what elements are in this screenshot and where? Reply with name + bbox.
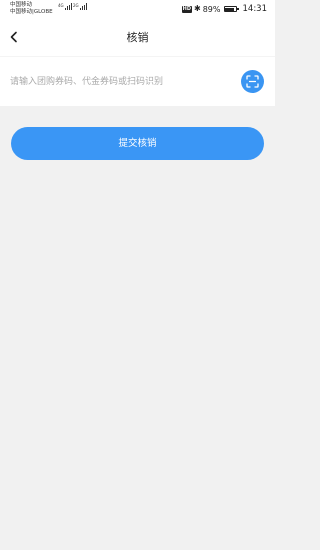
coupon-code-input[interactable] — [10, 73, 232, 91]
battery-icon — [223, 6, 239, 12]
bluetooth-icon: ✱ — [194, 4, 201, 13]
carrier-primary: 中国移动 — [10, 2, 33, 8]
scan-button[interactable] — [241, 70, 264, 93]
battery-percent: 89% — [202, 4, 221, 14]
status-indicators: HD ✱ 89% 14:31 — [181, 4, 268, 14]
status-bar: 中国移动 中国移动|GLOBE 4G 2G HD ✱ 89% 14:31 — [0, 0, 275, 18]
clock: 14:31 — [242, 4, 268, 14]
scan-icon — [246, 75, 259, 88]
page-title: 核销 — [126, 31, 149, 44]
network-type-label: 4G — [58, 3, 64, 8]
battery-level — [225, 7, 234, 11]
nav-bar: 核销 — [0, 18, 275, 56]
code-input-row — [0, 56, 275, 106]
signal-strength-icon: 2G — [73, 3, 87, 10]
submit-verification-button[interactable]: 提交核销 — [11, 127, 264, 160]
carrier-secondary: 中国移动|GLOBE — [10, 9, 53, 15]
network-type-label: 2G — [73, 3, 79, 8]
signal-strength-icon: 4G — [58, 3, 72, 10]
hd-icon: HD — [181, 5, 193, 13]
